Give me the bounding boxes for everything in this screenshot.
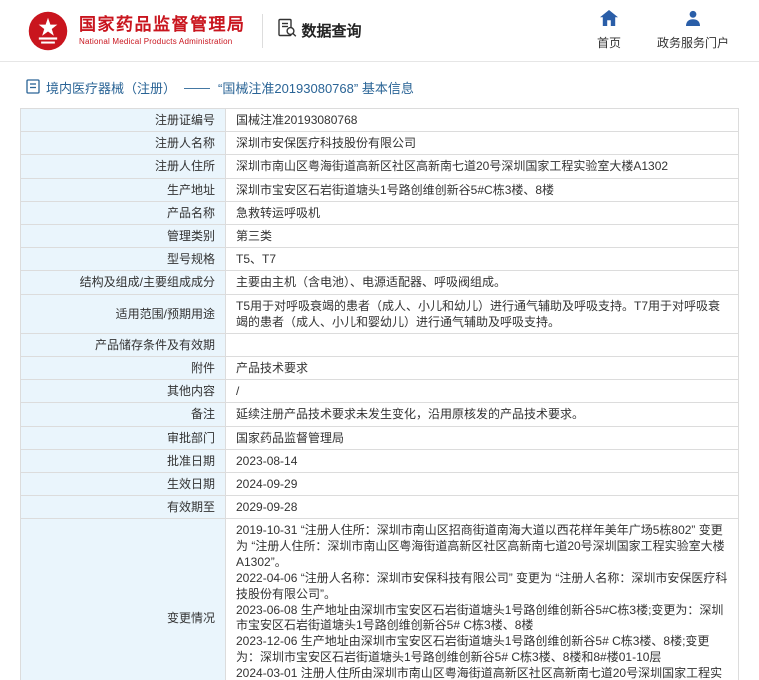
table-row: 产品名称 急救转运呼吸机 (21, 201, 739, 224)
field-value (226, 333, 739, 356)
table-row: 生产地址 深圳市宝安区石岩街道塘头1号路创维创新谷5#C栋3楼、8楼 (21, 178, 739, 201)
home-icon (600, 10, 618, 31)
field-label: 管理类别 (21, 224, 226, 247)
field-label: 结构及组成/主要组成成分 (21, 271, 226, 294)
field-label: 生效日期 (21, 473, 226, 496)
nav-portal[interactable]: 政务服务门户 (657, 10, 729, 51)
table-row: 附件 产品技术要求 (21, 357, 739, 380)
table-row: 结构及组成/主要组成成分 主要由主机（含电池）、电源适配器、呼吸阀组成。 (21, 271, 739, 294)
field-label: 生产地址 (21, 178, 226, 201)
table-row: 注册人名称 深圳市安保医疗科技股份有限公司 (21, 132, 739, 155)
field-label: 产品储存条件及有效期 (21, 333, 226, 356)
field-label: 型号规格 (21, 248, 226, 271)
table-row: 适用范围/预期用途 T5用于对呼吸衰竭的患者（成人、小儿和幼儿）进行通气辅助及呼… (21, 294, 739, 333)
field-value: T5、T7 (226, 248, 739, 271)
table-row: 有效期至 2029-09-28 (21, 496, 739, 519)
top-header: 国家药品监督管理局 National Medical Products Admi… (0, 0, 759, 62)
nav-home[interactable]: 首页 (597, 10, 621, 51)
field-value: 深圳市宝安区石岩街道塘头1号路创维创新谷5#C栋3楼、8楼 (226, 178, 739, 201)
field-value: 国家药品监督管理局 (226, 426, 739, 449)
table-row: 型号规格 T5、T7 (21, 248, 739, 271)
field-label: 附件 (21, 357, 226, 380)
field-value: 深圳市南山区粤海街道高新区社区高新南七道20号深圳国家工程实验室大楼A1302 (226, 155, 739, 178)
table-row: 审批部门 国家药品监督管理局 (21, 426, 739, 449)
field-value: 2029-09-28 (226, 496, 739, 519)
data-query-nav[interactable]: 数据查询 (277, 18, 362, 43)
document-icon (26, 79, 40, 97)
breadcrumb-category[interactable]: 境内医疗器械（注册） (46, 78, 176, 97)
registration-info-table-wrap: 注册证编号 国械注准20193080768 注册人名称 深圳市安保医疗科技股份有… (0, 108, 759, 680)
field-value: T5用于对呼吸衰竭的患者（成人、小儿和幼儿）进行通气辅助及呼吸支持。T7用于对呼… (226, 294, 739, 333)
data-query-label: 数据查询 (302, 20, 362, 41)
document-search-icon (277, 18, 297, 43)
header-divider (262, 14, 263, 48)
breadcrumb-separator: —— (184, 80, 210, 95)
breadcrumb-current: “国械注准20193080768” 基本信息 (218, 78, 414, 97)
field-label: 注册人住所 (21, 155, 226, 178)
table-row: 产品储存条件及有效期 (21, 333, 739, 356)
registration-info-table: 注册证编号 国械注准20193080768 注册人名称 深圳市安保医疗科技股份有… (20, 108, 739, 680)
table-row: 注册证编号 国械注准20193080768 (21, 109, 739, 132)
org-name-cn: 国家药品监督管理局 (79, 15, 246, 35)
field-value-change-history: 2019-10-31 “注册人住所：深圳市南山区招商街道南海大道以西花样年美年广… (226, 519, 739, 680)
field-value: 国械注准20193080768 (226, 109, 739, 132)
field-label: 备注 (21, 403, 226, 426)
org-title-block: 国家药品监督管理局 National Medical Products Admi… (79, 15, 246, 46)
field-value: 2023-08-14 (226, 449, 739, 472)
field-value: 产品技术要求 (226, 357, 739, 380)
breadcrumb: 境内医疗器械（注册） —— “国械注准20193080768” 基本信息 (0, 62, 759, 108)
field-value: 主要由主机（含电池）、电源适配器、呼吸阀组成。 (226, 271, 739, 294)
table-row: 注册人住所 深圳市南山区粤海街道高新区社区高新南七道20号深圳国家工程实验室大楼… (21, 155, 739, 178)
user-icon (685, 10, 701, 31)
field-label: 审批部门 (21, 426, 226, 449)
field-value: 2024-09-29 (226, 473, 739, 496)
nmpa-emblem-logo (26, 9, 70, 53)
table-row: 其他内容 / (21, 380, 739, 403)
field-value: 深圳市安保医疗科技股份有限公司 (226, 132, 739, 155)
field-label: 产品名称 (21, 201, 226, 224)
field-label: 批准日期 (21, 449, 226, 472)
table-row: 批准日期 2023-08-14 (21, 449, 739, 472)
field-value: 延续注册产品技术要求未发生变化，沿用原核发的产品技术要求。 (226, 403, 739, 426)
field-value: 第三类 (226, 224, 739, 247)
table-row: 管理类别 第三类 (21, 224, 739, 247)
org-name-en: National Medical Products Administration (79, 37, 246, 46)
header-right-nav: 首页 政务服务门户 (597, 10, 729, 51)
nav-home-label: 首页 (597, 34, 621, 51)
nav-portal-label: 政务服务门户 (657, 34, 729, 51)
field-label: 注册人名称 (21, 132, 226, 155)
table-row-change-history: 变更情况 2019-10-31 “注册人住所：深圳市南山区招商街道南海大道以西花… (21, 519, 739, 680)
table-row: 备注 延续注册产品技术要求未发生变化，沿用原核发的产品技术要求。 (21, 403, 739, 426)
field-value: / (226, 380, 739, 403)
field-label: 其他内容 (21, 380, 226, 403)
field-value: 急救转运呼吸机 (226, 201, 739, 224)
field-label: 注册证编号 (21, 109, 226, 132)
table-row: 生效日期 2024-09-29 (21, 473, 739, 496)
field-label: 有效期至 (21, 496, 226, 519)
field-label: 变更情况 (21, 519, 226, 680)
field-label: 适用范围/预期用途 (21, 294, 226, 333)
